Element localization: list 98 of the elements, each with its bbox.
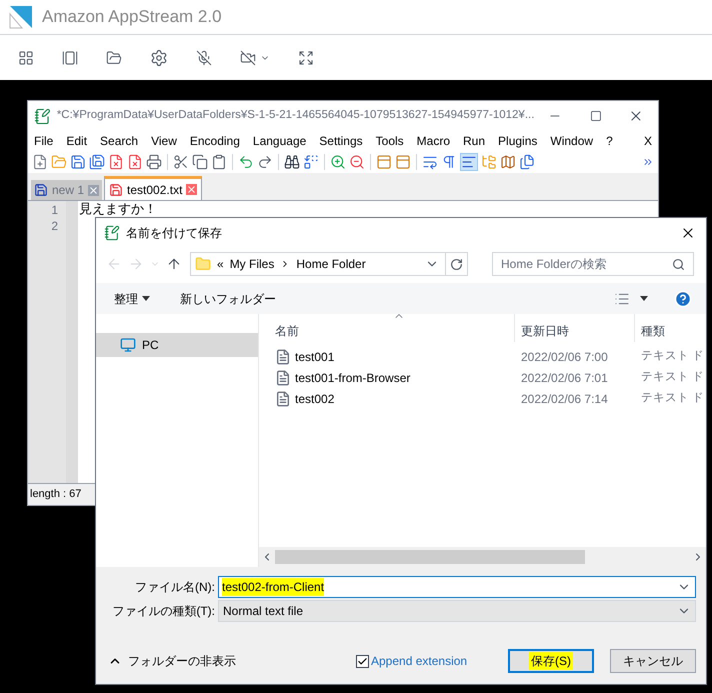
camera-off-icon[interactable] <box>240 50 256 66</box>
replace-icon[interactable] <box>303 154 319 170</box>
indent-guide-icon[interactable] <box>461 154 477 170</box>
search-icon[interactable] <box>672 258 685 270</box>
grid-icon[interactable] <box>18 50 34 66</box>
column-header[interactable]: 名前 <box>259 314 515 342</box>
redo-icon[interactable] <box>257 154 273 170</box>
scissors-icon[interactable] <box>173 154 189 170</box>
dialog-button[interactable]: キャンセル <box>610 649 696 673</box>
copy-icon[interactable] <box>192 154 208 170</box>
date-cell-text: 2022/02/06 7:01 <box>520 370 609 386</box>
menu-item[interactable]: Plugins <box>498 132 538 150</box>
type-cell-text: テキスト ド <box>640 370 704 385</box>
close-file-icon[interactable] <box>108 154 124 170</box>
notepad-icon <box>104 225 120 241</box>
document-icon <box>275 390 291 406</box>
date-cell-text: 2022/02/06 7:00 <box>520 348 609 366</box>
dropdown-arrow-icon <box>142 296 150 301</box>
organize-button[interactable]: 整理 <box>114 290 150 308</box>
fullscreen-icon[interactable] <box>298 50 314 66</box>
logo-icon <box>8 4 34 30</box>
menu-item[interactable]: Edit <box>66 132 88 150</box>
file-name-value: test002-from-Client <box>222 578 324 596</box>
close-document-button[interactable]: X <box>644 132 652 150</box>
menu-item[interactable]: Search <box>100 132 138 150</box>
column-header[interactable]: 種類 <box>635 314 665 342</box>
folder-icon[interactable] <box>106 50 122 66</box>
more-icon[interactable] <box>642 156 654 168</box>
type-cell-text: テキスト ド <box>640 390 704 406</box>
maximize-icon[interactable] <box>590 110 602 122</box>
type-cell-text: テキスト ド <box>640 348 704 364</box>
document-tab[interactable]: test002.txt <box>104 176 202 200</box>
status-text: length : 67 <box>30 487 82 502</box>
microphone-off-icon[interactable] <box>196 50 212 66</box>
editor-line: 見えますか！ <box>79 201 157 217</box>
clipboard-icon[interactable] <box>211 154 227 170</box>
file-name-field[interactable]: test002-from-Client <box>218 576 696 598</box>
close-all-icon[interactable] <box>127 154 143 170</box>
monitor-icon <box>120 337 136 353</box>
search-field[interactable]: Home Folderの検索 <box>492 252 694 276</box>
window-title: *C:¥ProgramData¥UserDataFolders¥S-1-5-21-1465564045-1079513627-154945977-1012¥... <box>56 108 534 124</box>
field-label: ファイルの種類(T): <box>111 603 216 620</box>
document-icon <box>275 348 291 364</box>
save-icon <box>34 183 48 197</box>
menu-item[interactable]: Language <box>252 132 306 150</box>
pilcrow-icon[interactable] <box>441 154 457 170</box>
save-icon <box>109 182 124 196</box>
search-input[interactable]: Home Folderの検索 <box>501 255 672 273</box>
refresh-icon[interactable] <box>450 258 463 270</box>
dropdown-arrow-icon[interactable] <box>640 296 648 301</box>
app-title: Amazon AppStream 2.0 <box>42 6 222 28</box>
line-number: 2 <box>51 218 58 233</box>
document-icon <box>275 370 291 386</box>
dialog-title: 名前を付けて保存 <box>126 225 223 242</box>
printer-icon[interactable] <box>146 154 162 170</box>
window-icon[interactable] <box>395 154 411 170</box>
folder-icon <box>195 256 211 272</box>
save-all-icon[interactable] <box>89 154 105 170</box>
address-bar[interactable]: « My Files Home Folder <box>190 252 468 276</box>
menu-item[interactable]: Tools <box>376 132 404 150</box>
menu-item[interactable]: File <box>34 132 54 150</box>
hide-folders-button[interactable]: フォルダーの非表示 <box>108 652 236 670</box>
check-icon <box>357 656 368 666</box>
field-label: ファイル名(N): <box>134 579 216 596</box>
files-icon[interactable] <box>519 154 535 170</box>
date-cell-text: 2022/02/06 7:14 <box>520 390 609 408</box>
binoculars-icon[interactable] <box>284 154 300 170</box>
file-name[interactable]: test002 <box>295 390 334 408</box>
column-header[interactable]: 更新日時 <box>515 314 635 342</box>
menu-item[interactable]: Settings <box>319 132 363 150</box>
undo-icon[interactable] <box>238 154 254 170</box>
save-icon[interactable] <box>70 154 86 170</box>
menu-item[interactable]: Macro <box>416 132 450 150</box>
window-icon[interactable] <box>376 154 392 170</box>
nav-item[interactable]: PC <box>96 333 258 357</box>
file-name[interactable]: test001-from-Browser <box>295 368 410 386</box>
new-folder-button[interactable]: 新しいフォルダー <box>180 290 276 308</box>
line-number: 1 <box>51 202 58 217</box>
wrap-icon[interactable] <box>422 154 438 170</box>
file-type-dropdown[interactable]: Normal text file <box>218 600 696 622</box>
menu-item[interactable]: ? <box>606 132 613 150</box>
menu-item[interactable]: Encoding <box>190 132 240 150</box>
dialog-button[interactable]: 保存(S) <box>508 649 594 673</box>
map-icon[interactable] <box>500 154 516 170</box>
file-plus-icon[interactable] <box>32 154 48 170</box>
settings-icon[interactable] <box>150 48 168 66</box>
menu-item[interactable]: View <box>151 132 177 150</box>
horizontal-scrollbar[interactable] <box>259 547 706 567</box>
help-icon[interactable] <box>674 290 692 308</box>
notepad-icon <box>34 108 51 124</box>
append-extension-checkbox[interactable]: Append extension <box>356 652 468 670</box>
up-icon[interactable] <box>166 256 182 272</box>
menu-item[interactable]: Run <box>463 132 486 150</box>
zoom-in-icon[interactable] <box>330 154 346 170</box>
file-name[interactable]: test001 <box>295 348 334 366</box>
zoom-out-icon[interactable] <box>349 154 365 170</box>
menu-item[interactable]: Window <box>550 132 594 150</box>
window-icon[interactable] <box>62 50 78 66</box>
